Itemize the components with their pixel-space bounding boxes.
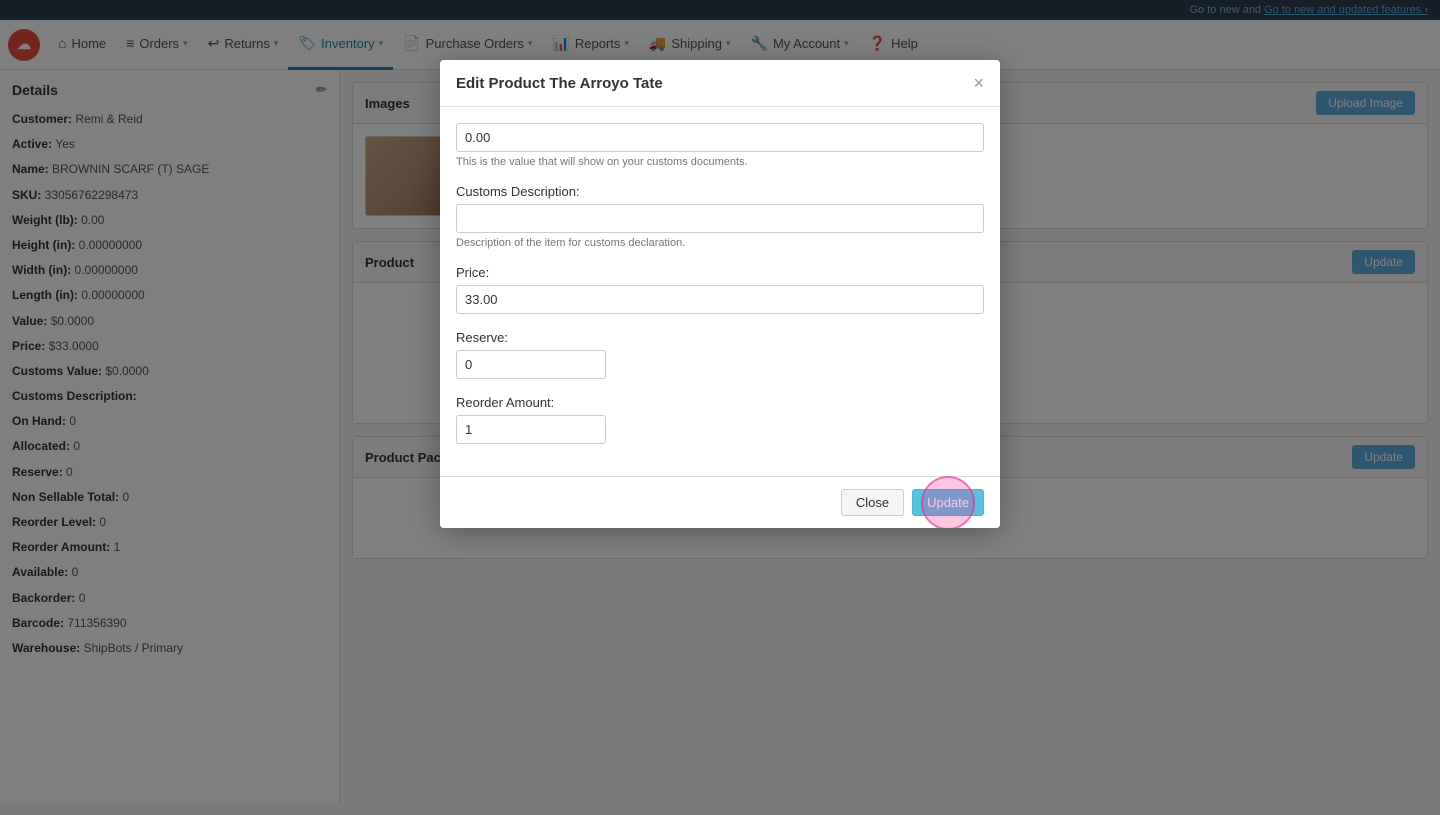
price-group: Price: bbox=[456, 265, 984, 314]
modal-header: Edit Product The Arroyo Tate × bbox=[440, 60, 1000, 107]
reorder-amount-input[interactable] bbox=[456, 415, 606, 444]
price-label: Price: bbox=[456, 265, 984, 280]
modal-close-button[interactable]: × bbox=[973, 74, 984, 92]
reserve-label: Reserve: bbox=[456, 330, 984, 345]
reserve-input[interactable] bbox=[456, 350, 606, 379]
edit-product-modal: Edit Product The Arroyo Tate × This is t… bbox=[440, 60, 1000, 528]
reorder-amount-group: Reorder Amount: bbox=[456, 395, 984, 444]
reserve-group: Reserve: bbox=[456, 330, 984, 379]
customs-description-label: Customs Description: bbox=[456, 184, 984, 199]
modal-title: Edit Product The Arroyo Tate bbox=[456, 75, 663, 92]
customs-description-input[interactable] bbox=[456, 204, 984, 233]
modal-footer: Close Update ↖ bbox=[440, 476, 1000, 528]
customs-value-group: This is the value that will show on your… bbox=[456, 123, 984, 168]
reorder-amount-label: Reorder Amount: bbox=[456, 395, 984, 410]
modal-update-btn[interactable]: Update bbox=[912, 489, 984, 516]
customs-value-hint: This is the value that will show on your… bbox=[456, 156, 984, 168]
customs-value-input[interactable] bbox=[456, 123, 984, 152]
price-input[interactable] bbox=[456, 285, 984, 314]
modal-close-btn[interactable]: Close bbox=[841, 489, 904, 516]
modal-overlay: Edit Product The Arroyo Tate × This is t… bbox=[0, 0, 1440, 815]
customs-description-hint: Description of the item for customs decl… bbox=[456, 237, 984, 249]
modal-body: This is the value that will show on your… bbox=[440, 107, 1000, 476]
customs-description-group: Customs Description: Description of the … bbox=[456, 184, 984, 249]
